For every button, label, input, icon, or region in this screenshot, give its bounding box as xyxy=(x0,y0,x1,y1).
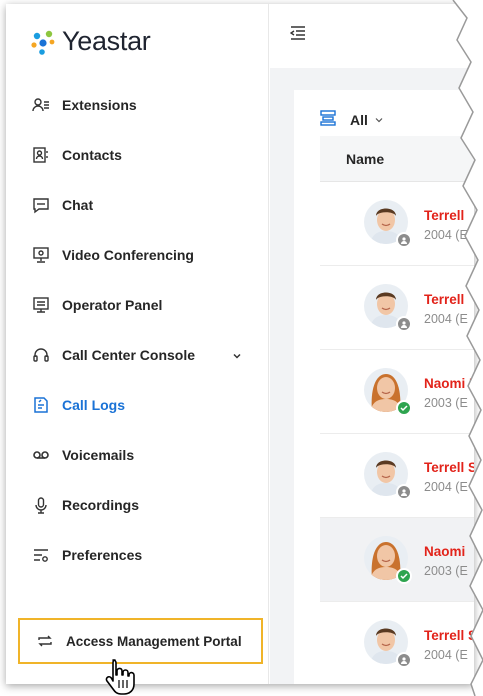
extensions-icon xyxy=(32,96,50,114)
offline-status-icon xyxy=(396,652,412,668)
access-management-portal-label: Access Management Portal xyxy=(66,633,242,649)
chevron-down-icon[interactable] xyxy=(232,348,242,364)
online-status-icon xyxy=(396,400,412,416)
sidebar-item-extensions[interactable]: Extensions xyxy=(6,80,268,130)
sidebar-item-call-center-console[interactable]: Call Center Console xyxy=(6,330,268,380)
sidebar-item-label: Chat xyxy=(62,197,94,213)
sidebar-item-label: Video Conferencing xyxy=(62,247,194,263)
sidebar-item-preferences[interactable]: Preferences xyxy=(6,530,268,580)
column-header-name[interactable]: Name xyxy=(346,151,384,167)
sidebar-item-label: Recordings xyxy=(62,497,140,513)
yeastar-logo[interactable]: Yeastar xyxy=(28,26,151,57)
chat-icon xyxy=(32,196,50,214)
call-logs-icon xyxy=(32,396,50,414)
voicemail-icon xyxy=(32,446,50,464)
sidebar-item-label: Extensions xyxy=(62,97,137,113)
sidebar-item-label: Call Logs xyxy=(62,397,126,413)
sidebar-item-chat[interactable]: Chat xyxy=(6,180,268,230)
sidebar-item-recordings[interactable]: Recordings xyxy=(6,480,268,530)
contacts-icon xyxy=(32,146,50,164)
sidebar-item-label: Preferences xyxy=(62,547,143,563)
yeastar-logo-icon xyxy=(31,30,55,55)
filter-label: All xyxy=(350,111,368,128)
filter-icon xyxy=(320,110,336,129)
sidebar: Yeastar Extensions Contacts Chat Video C… xyxy=(6,4,269,684)
sidebar-item-label: Contacts xyxy=(62,147,122,163)
chevron-down-icon xyxy=(374,112,384,128)
online-status-icon xyxy=(396,568,412,584)
operator-panel-icon xyxy=(32,296,50,314)
microphone-icon xyxy=(32,496,50,514)
main-area: All Name Terrell 2004 (E Terrell 2004 (E Nao… xyxy=(270,4,474,684)
switch-icon xyxy=(36,633,54,649)
torn-edge xyxy=(452,0,483,696)
sidebar-item-operator-panel[interactable]: Operator Panel xyxy=(6,280,268,330)
sidebar-item-label: Voicemails xyxy=(62,447,135,463)
sidebar-item-contacts[interactable]: Contacts xyxy=(6,130,268,180)
offline-status-icon xyxy=(396,232,412,248)
top-bar xyxy=(270,4,474,68)
filter-dropdown[interactable]: All xyxy=(320,110,384,129)
app-window: Yeastar Extensions Contacts Chat Video C… xyxy=(6,4,474,684)
offline-status-icon xyxy=(396,316,412,332)
hand-cursor-icon xyxy=(105,659,135,695)
collapse-menu-icon[interactable] xyxy=(289,26,306,45)
sidebar-item-video-conferencing[interactable]: Video Conferencing xyxy=(6,230,268,280)
sidebar-item-voicemails[interactable]: Voicemails xyxy=(6,430,268,480)
sidebar-item-call-logs[interactable]: Call Logs xyxy=(6,380,268,430)
sidebar-item-label: Operator Panel xyxy=(62,297,163,313)
video-conferencing-icon xyxy=(32,246,50,264)
brand-name: Yeastar xyxy=(62,26,151,56)
headset-icon xyxy=(32,346,50,364)
sidebar-item-label: Call Center Console xyxy=(62,347,196,363)
preferences-icon xyxy=(32,546,50,564)
offline-status-icon xyxy=(396,484,412,500)
access-management-portal-button[interactable]: Access Management Portal xyxy=(18,618,263,664)
